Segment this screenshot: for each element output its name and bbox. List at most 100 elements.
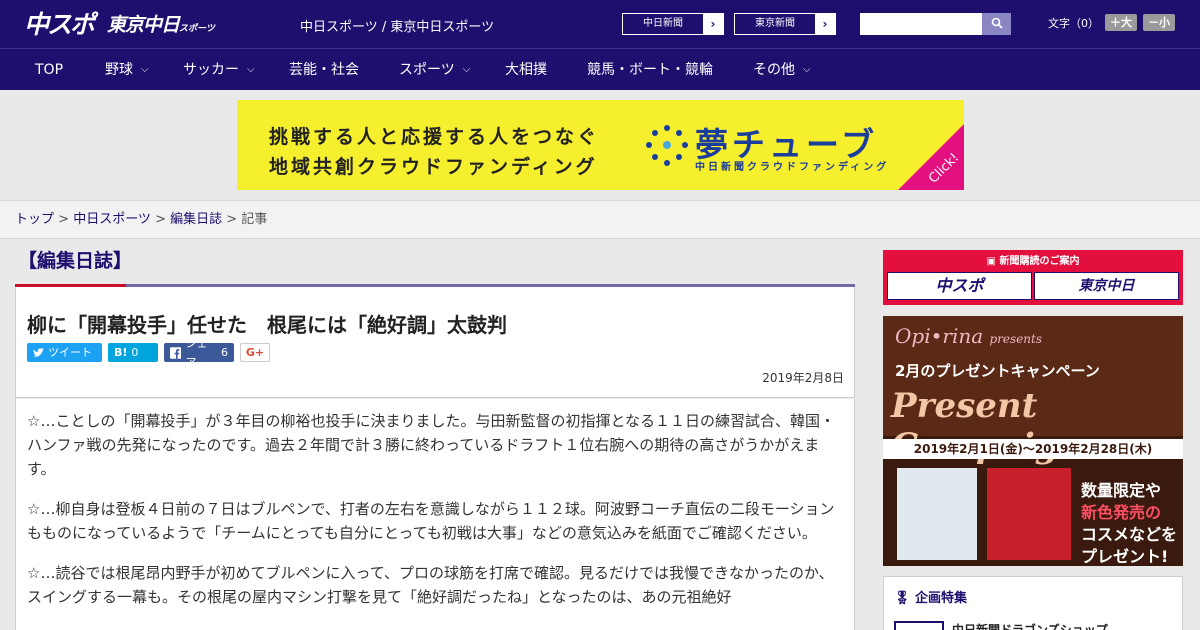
breadcrumb-section[interactable]: 中日スポーツ: [73, 212, 151, 227]
subscription-label-text: 新聞購読のご案内: [999, 256, 1080, 267]
feature-box: 🎖 企画特集 中日新聞ドラゴンズショップ: [883, 576, 1183, 630]
nav-item-other[interactable]: その他 ⌵: [753, 49, 811, 91]
ad-period: 2019年2月1日(金)～2019年2月28日(木): [883, 439, 1183, 459]
nav-item-soccer[interactable]: サッカー ⌵: [183, 49, 255, 91]
ad-presents: presents: [989, 332, 1043, 346]
hatena-count: 0: [131, 346, 139, 359]
ad-promo-line: コスメなどを: [1081, 525, 1178, 544]
breadcrumb-current: 記事: [241, 212, 268, 227]
breadcrumb-sep: >: [150, 212, 171, 227]
tokyo-shimbun-button[interactable]: 東京新聞 ›: [734, 13, 836, 35]
article-date: 2019年2月8日: [762, 371, 844, 385]
category-heading: 【編集日誌】: [15, 239, 855, 287]
banner-line2: 地域共創クラウドファンディング: [269, 156, 598, 178]
article-title: 柳に「開幕投手」任せた 根尾には「絶好調」太鼓判: [27, 313, 507, 337]
site-button-label: 中日新聞: [643, 18, 683, 29]
site-links[interactable]: 中日スポーツ / 東京中日スポーツ: [300, 16, 494, 35]
facebook-share-button[interactable]: シェア 6: [164, 337, 234, 369]
ad-product-image: [897, 468, 977, 560]
chevron-down-icon: ⌵: [462, 64, 471, 75]
breadcrumb-top[interactable]: トップ: [15, 212, 54, 227]
tweet-label: ツイート: [48, 346, 92, 359]
tokyo-chunichi-logo[interactable]: 東京中日スポーツ: [107, 10, 215, 37]
facebook-count: 6: [221, 346, 228, 359]
ad-brand-name: Opi•rina: [895, 324, 984, 348]
facebook-icon: [170, 346, 182, 359]
site-button-label: 東京新聞: [755, 18, 795, 29]
feature-heading: 🎖 企画特集: [894, 587, 967, 606]
font-smaller-button[interactable]: －小: [1143, 14, 1175, 31]
feature-item-link[interactable]: 中日新聞ドラゴンズショップ: [952, 621, 1108, 630]
ad-promo-line: 数量限定や: [1081, 481, 1162, 500]
tokyo-logo-small: スポーツ: [179, 23, 215, 34]
ad-product-image: [987, 468, 1071, 560]
chevron-down-icon: ⌵: [803, 64, 811, 75]
breadcrumb-sep: >: [54, 212, 74, 227]
site-header: 中スポ 東京中日スポーツ 中日スポーツ / 東京中日スポーツ 中日新聞 › 東京新…: [0, 0, 1200, 48]
nav-item-top[interactable]: TOP: [35, 49, 63, 91]
feature-thumbnail[interactable]: [894, 621, 944, 630]
article-paragraph: ☆…読谷では根尾昂内野手が初めてブルペンに入って、プロの球筋を打席で確認。見るだ…: [27, 564, 834, 606]
font-size-control: 文字（0） ＋大 －小: [1048, 14, 1175, 31]
nav-item-sports[interactable]: スポーツ ⌵: [399, 49, 470, 91]
facebook-label: シェア: [185, 336, 208, 369]
search-icon: [991, 17, 1003, 29]
twitter-icon: [33, 347, 44, 357]
search-button[interactable]: [982, 13, 1011, 35]
font-bigger-button[interactable]: ＋大: [1105, 14, 1137, 31]
feature-title: 企画特集: [915, 591, 968, 606]
subscription-label: ▣ 新聞購読のご案内: [883, 252, 1183, 267]
banner-sub: 中日新聞クラウドファンディング: [695, 162, 890, 173]
chevron-down-icon: ⌵: [141, 64, 149, 75]
breadcrumb-category[interactable]: 編集日誌: [170, 212, 222, 227]
chunichi-shimbun-button[interactable]: 中日新聞 ›: [622, 13, 724, 35]
hatena-button[interactable]: B! 0: [108, 343, 158, 362]
chuspo-logo[interactable]: 中スポ: [24, 5, 95, 41]
tokyo-logo-text: 東京中日: [107, 13, 180, 36]
share-buttons: ツイート B! 0 シェア 6 G+: [27, 337, 270, 369]
breadcrumb: トップ > 中日スポーツ > 編集日誌 > 記事: [0, 200, 1200, 239]
ad-promo-line: プレゼント!: [1081, 547, 1169, 566]
gplus-button[interactable]: G+: [240, 343, 270, 362]
dots-logo-icon: [646, 125, 688, 166]
chevron-right-icon: ›: [815, 14, 835, 34]
subscribe-tokyo-link[interactable]: 東京中日: [1034, 272, 1179, 300]
nav-label: TOP: [35, 62, 64, 78]
ad-promo: 数量限定や 新色発売の コスメなどを プレゼント!: [1081, 480, 1177, 566]
chevron-down-icon: ⌵: [247, 64, 255, 75]
chevron-right-icon: ›: [703, 14, 723, 34]
ad-campaign: 2月のプレゼントキャンペーン: [895, 362, 1100, 380]
article-header: 柳に「開幕投手」任せた 根尾には「絶好調」太鼓判 ツイート B! 0 シェア 6 G…: [15, 287, 855, 398]
crowdfunding-banner[interactable]: 挑戦する人と応援する人をつなぐ 地域共創クラウドファンディング 夢チューブ 中日…: [237, 100, 964, 190]
nav-label: 芸能・社会: [289, 62, 359, 78]
tweet-button[interactable]: ツイート: [27, 343, 102, 362]
present-campaign-ad[interactable]: Opi•rina presents 2月のプレゼントキャンペーン Present…: [883, 316, 1183, 566]
font-size-label: 文字（0）: [1048, 16, 1099, 30]
nav-item-sumo[interactable]: 大相撲: [505, 49, 547, 91]
article-paragraph: ☆…ことしの「開幕投手」が３年目の柳裕也投手に決まりました。与田新監督の初指揮と…: [27, 412, 836, 478]
nav-item-baseball[interactable]: 野球 ⌵: [105, 49, 149, 91]
nav-label: 大相撲: [505, 62, 547, 78]
ad-promo-highlight: 新色発売の: [1081, 503, 1162, 522]
banner-line1: 挑戦する人と応援する人をつなぐ: [269, 126, 600, 148]
nav-label: スポーツ: [399, 62, 455, 78]
article-paragraph: ☆…柳自身は登板４日前の７日はブルペンで、打者の左右を意識しながら１１２球。阿波…: [27, 500, 835, 542]
ribbon-icon: 🎖: [894, 591, 911, 606]
newspaper-icon: ▣: [986, 256, 1000, 267]
subscribe-chuspo-link[interactable]: 中スポ: [887, 272, 1032, 300]
nav-item-entertainment[interactable]: 芸能・社会: [289, 49, 359, 91]
ad-promo-line: 新色発売の: [1081, 502, 1177, 524]
nav-label: サッカー: [183, 62, 239, 78]
subscription-box[interactable]: ▣ 新聞購読のご案内 中スポ 東京中日: [883, 250, 1183, 305]
hatena-icon: B!: [114, 346, 128, 359]
sidebar: ▣ 新聞購読のご案内 中スポ 東京中日 Opi•rina presents 2月…: [883, 250, 1183, 630]
search-form: [860, 13, 1011, 35]
main-nav: TOP 野球 ⌵ サッカー ⌵ 芸能・社会 スポーツ ⌵ 大相撲 競馬・ボート・競輪 …: [0, 48, 1200, 90]
article-body: ☆…ことしの「開幕投手」が３年目の柳裕也投手に決まりました。与田新監督の初指揮と…: [15, 399, 855, 630]
nav-label: 野球: [105, 62, 133, 78]
nav-item-racing[interactable]: 競馬・ボート・競輪: [587, 49, 713, 91]
site-logo[interactable]: 中スポ 東京中日スポーツ: [24, 5, 215, 41]
ad-brand: Opi•rina presents: [895, 324, 1042, 348]
search-input[interactable]: [860, 13, 982, 35]
banner-area: 挑戦する人と応援する人をつなぐ 地域共創クラウドファンディング 夢チューブ 中日…: [0, 90, 1200, 200]
